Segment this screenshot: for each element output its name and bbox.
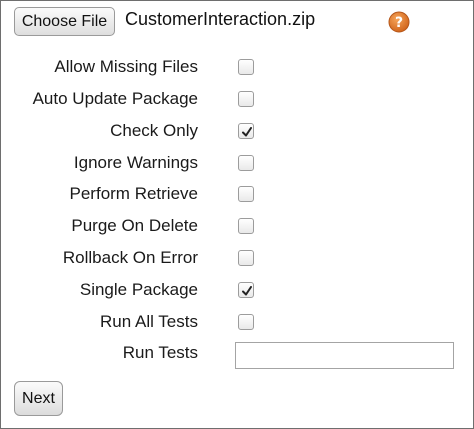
checkbox-check-only[interactable] [238, 123, 254, 139]
svg-text:?: ? [395, 15, 403, 31]
option-label-perform-retrieve: Perform Retrieve [69, 184, 198, 203]
next-button[interactable]: Next [14, 381, 63, 416]
option-row-auto-update-package: Auto Update Package [1, 87, 474, 111]
option-row-check-only: Check Only [1, 119, 474, 143]
option-row-single-package: Single Package [1, 278, 474, 302]
option-label-rollback-on-error: Rollback On Error [62, 248, 198, 267]
checkbox-perform-retrieve[interactable] [238, 186, 254, 202]
checkbox-allow-missing-files[interactable] [238, 59, 254, 75]
question-mark-icon[interactable]: ? [388, 11, 410, 33]
option-row-purge-on-delete: Purge On Delete [1, 214, 474, 238]
deploy-options-panel: Choose File CustomerInteraction.zip ? Al… [0, 0, 474, 429]
option-row-perform-retrieve: Perform Retrieve [1, 182, 474, 206]
checkmark-icon [242, 127, 252, 137]
selected-file-name: CustomerInteraction.zip [125, 9, 316, 29]
checkbox-rollback-on-error[interactable] [238, 250, 254, 266]
checkbox-ignore-warnings[interactable] [238, 155, 254, 171]
option-label-ignore-warnings: Ignore Warnings [73, 153, 198, 172]
option-row-ignore-warnings: Ignore Warnings [1, 151, 474, 175]
option-label-allow-missing-files: Allow Missing Files [54, 57, 198, 76]
checkbox-auto-update-package[interactable] [238, 91, 254, 107]
option-label-auto-update-package: Auto Update Package [32, 89, 198, 108]
option-label-purge-on-delete: Purge On Delete [71, 216, 198, 235]
checkbox-run-all-tests[interactable] [238, 314, 254, 330]
option-label-check-only: Check Only [110, 121, 198, 140]
option-row-rollback-on-error: Rollback On Error [1, 246, 474, 270]
checkbox-purge-on-delete[interactable] [238, 218, 254, 234]
choose-file-button[interactable]: Choose File [14, 7, 115, 36]
checkmark-icon [242, 286, 252, 296]
option-row-allow-missing-files: Allow Missing Files [1, 55, 474, 79]
run-tests-input[interactable] [235, 342, 454, 369]
option-row-run-all-tests: Run All Tests [1, 310, 474, 334]
option-label-single-package: Single Package [79, 280, 198, 299]
checkbox-single-package[interactable] [238, 282, 254, 298]
option-label-run-all-tests: Run All Tests [100, 312, 198, 331]
run-tests-label: Run Tests [122, 343, 198, 362]
